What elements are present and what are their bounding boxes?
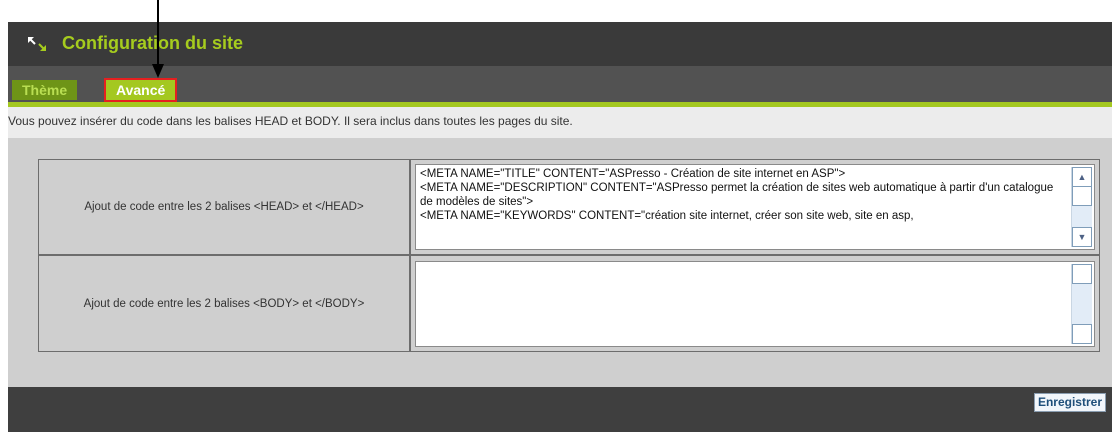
body-scrollbar[interactable] — [1071, 264, 1092, 344]
scroll-thumb[interactable] — [1072, 186, 1092, 206]
tab-theme[interactable]: Thème — [12, 80, 78, 100]
info-text: Vous pouvez insérer du code dans les bal… — [8, 114, 573, 128]
head-code-textarea[interactable]: <META NAME="TITLE" CONTENT="ASPresso - C… — [415, 164, 1095, 250]
save-button[interactable]: Enregistrer — [1033, 393, 1106, 412]
body-code-text — [420, 264, 1055, 352]
head-code-label: Ajout de code entre les 2 balises <HEAD>… — [39, 160, 409, 254]
code-form-table: Ajout de code entre les 2 balises <HEAD>… — [38, 159, 1100, 352]
head-scrollbar[interactable]: ▲ ▼ — [1071, 167, 1092, 247]
resize-arrows-icon — [28, 37, 46, 51]
body-code-label: Ajout de code entre les 2 balises <BODY>… — [39, 256, 409, 351]
pointer-arrow-icon — [152, 0, 164, 78]
scroll-down-icon[interactable]: ▼ — [1072, 227, 1092, 247]
scroll-up-button[interactable] — [1072, 264, 1092, 284]
site-config-panel: Configuration du site Thème Avancé Vous … — [8, 22, 1112, 432]
body-code-textarea[interactable] — [415, 261, 1095, 347]
body-code-cell — [411, 256, 1099, 351]
head-code-text: <META NAME="TITLE" CONTENT="ASPresso - C… — [420, 168, 1054, 222]
footer-bar: Enregistrer — [8, 387, 1112, 432]
head-code-cell: <META NAME="TITLE" CONTENT="ASPresso - C… — [411, 160, 1099, 254]
scroll-down-button[interactable] — [1072, 324, 1092, 344]
tab-bar: Thème Avancé — [8, 66, 1112, 102]
title-bar: Configuration du site — [8, 22, 1112, 66]
form-area: Ajout de code entre les 2 balises <HEAD>… — [8, 139, 1112, 387]
tab-avance[interactable]: Avancé — [104, 78, 178, 102]
scroll-up-icon[interactable]: ▲ — [1072, 167, 1092, 187]
info-bar: Vous pouvez insérer du code dans les bal… — [8, 107, 1112, 139]
